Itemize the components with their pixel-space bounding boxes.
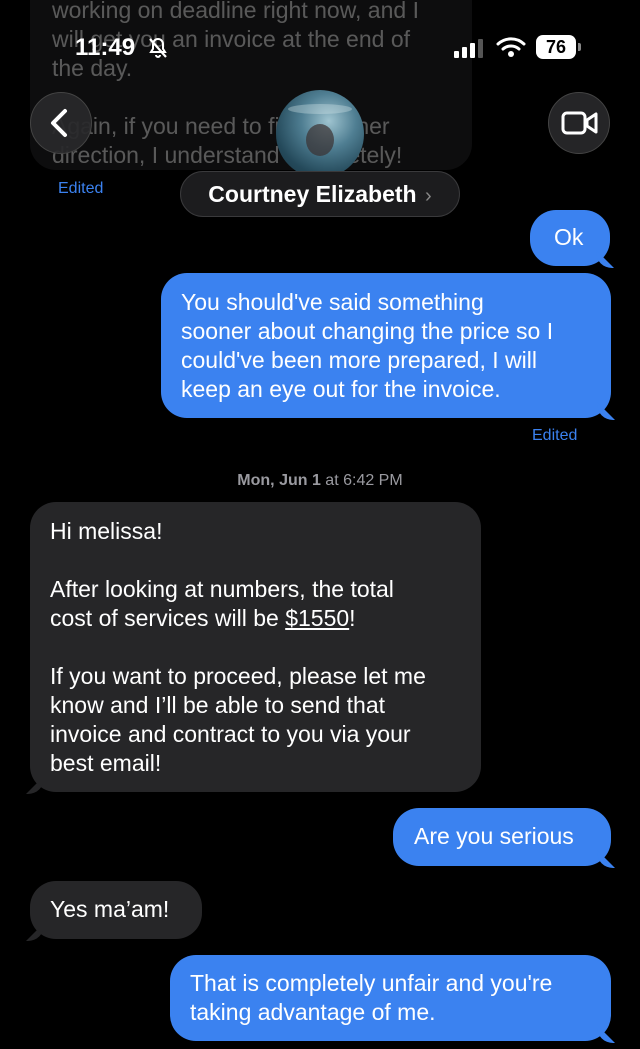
message-text: cost of services will be [50,605,286,631]
video-camera-icon [561,111,598,135]
cellular-signal-icon [454,38,486,58]
bell-slash-icon [146,36,170,60]
message-line: Yes ma’am! [50,896,170,922]
message-line: Ok [554,224,584,250]
chevron-left-icon [51,109,67,137]
chevron-right-icon: › [425,185,432,207]
contact-name-pill[interactable]: Courtney Elizabeth › [180,171,460,217]
wifi-icon [496,36,526,58]
edited-label[interactable]: Edited [532,427,577,445]
message-line: best email! [50,750,162,776]
price-link[interactable]: $1550 [285,605,349,631]
status-time: 11:49 [75,34,136,61]
facetime-video-button[interactable] [548,92,610,154]
message-line: After looking at numbers, the total [50,576,394,602]
message-text: ! [349,605,356,631]
contact-name: Courtney Elizabeth [208,181,417,207]
message-line: keep an eye out for the invoice. [181,376,501,402]
message-line: cost of services will be $1550! [50,604,481,633]
message-bubble-outgoing[interactable]: Are you serious [393,808,611,866]
message-line [52,83,450,112]
message-line [50,633,481,662]
message-bubble-incoming[interactable]: Hi melissa! After looking at numbers, th… [30,502,481,792]
message-line: sooner about changing the price so I [181,318,554,344]
message-line: Are you serious [414,823,574,849]
message-line [50,546,481,575]
message-bubble-outgoing[interactable]: Ok [530,210,610,266]
conversation-timestamp: Mon, Jun 1 at 6:42 PM [0,472,640,490]
message-line: know and I’ll be able to send that [50,692,386,718]
message-bubble-incoming[interactable]: working on deadline right now, and I wil… [30,0,472,170]
message-line: could've been more prepared, I will [181,347,537,373]
battery-icon: 76 [536,35,582,59]
back-button[interactable] [30,92,92,154]
message-line: If you want to proceed, please let me [50,663,426,689]
avatar[interactable] [276,90,364,178]
message-line: That is completely unfair and you're [190,970,553,996]
message-bubble-outgoing[interactable]: That is completely unfair and you're tak… [170,955,611,1041]
message-line: working on deadline right now, and I [52,0,419,23]
timestamp-time: at 6:42 PM [320,472,403,489]
message-line: Hi melissa! [50,518,163,544]
message-line: invoice and contract to you via your [50,721,411,747]
message-line: Again, if you need to find another [52,113,390,139]
timestamp-day: Mon, Jun 1 [237,472,321,489]
message-line: You should've said something [181,289,484,315]
message-line: taking advantage of me. [190,999,436,1025]
message-bubble-outgoing[interactable]: You should've said something sooner abou… [161,273,611,418]
edited-label[interactable]: Edited [58,180,103,198]
battery-level: 76 [536,35,576,59]
message-line: direction, I understand completely! [52,142,403,168]
message-bubble-incoming[interactable]: Yes ma’am! [30,881,202,939]
